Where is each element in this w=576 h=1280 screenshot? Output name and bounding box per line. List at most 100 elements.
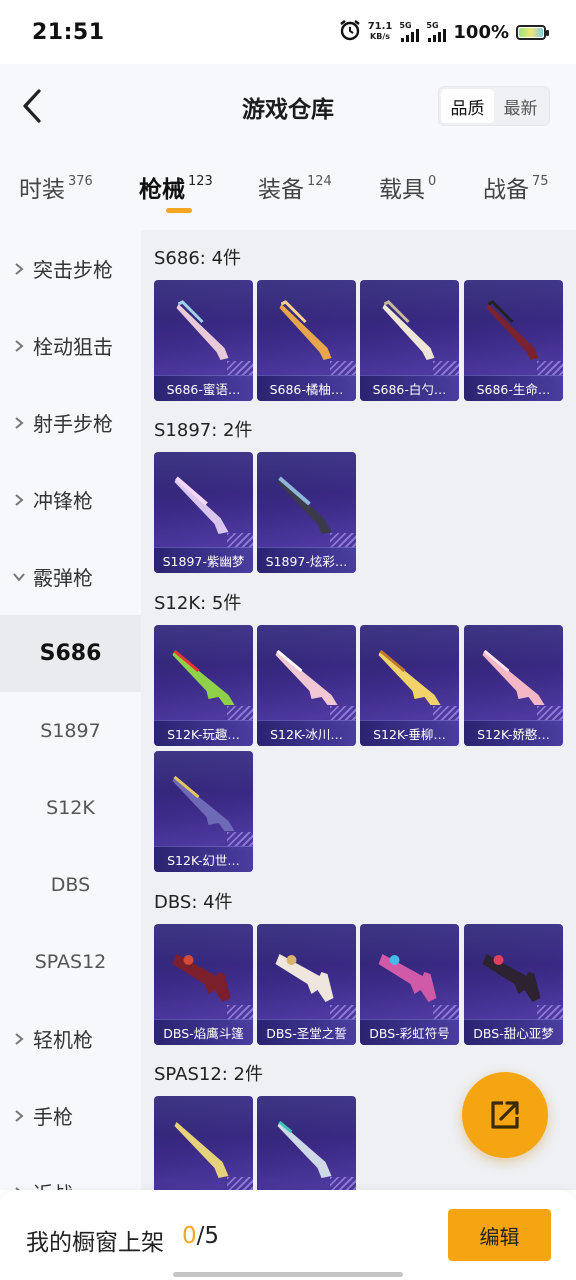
weapon-name: S12K-冰川… (257, 720, 356, 746)
chevron-right-icon (12, 262, 26, 276)
sidebar-item-bolt-sniper[interactable]: 栓动狙击 (0, 307, 141, 384)
category-tabs: 时装 376 枪械 123 装备 124 载具 0 战备 75 (0, 150, 576, 230)
chevron-right-icon (12, 1032, 26, 1046)
sidebar-subitem-s686[interactable]: S686 (0, 615, 141, 692)
sidebar-item-shotgun[interactable]: 霰弹枪 (0, 538, 141, 615)
weapon-sidebar: 突击步枪 栓动狙击 射手步枪 冲锋枪 霰弹枪 S686 S1897 S12K D… (0, 230, 141, 1190)
tab-outfits[interactable]: 时装 376 (19, 170, 93, 204)
bottom-bar: 我的橱窗上架 0/5 编辑 (0, 1190, 576, 1280)
weapon-card[interactable]: S12K-冰川… (257, 625, 356, 746)
weapon-list: S686: 4件 S686-蜜语… S686-橘柚… S686-白勺… S686… (141, 230, 576, 1190)
weapon-card[interactable]: S686-生命… (464, 280, 563, 401)
shotgun-image (277, 476, 332, 534)
weapon-card[interactable]: DBS-甜心亚梦 (464, 924, 563, 1045)
weapon-card[interactable]: S12K-幻世… (154, 751, 253, 872)
weapon-name: S12K-幻世… (154, 846, 253, 872)
sim2-label: 5G (426, 21, 439, 30)
tab-vehicles[interactable]: 载具 0 (379, 170, 436, 204)
network-speed-unit: KB/s (370, 32, 391, 41)
weapon-name: S12K-娇憨… (464, 720, 563, 746)
chevron-right-icon (12, 1109, 26, 1123)
shotgun-image (176, 300, 229, 360)
tab-count: 0 (428, 174, 437, 189)
sidebar-subitem-dbs[interactable]: DBS (0, 846, 141, 923)
shotgun-image (378, 954, 437, 1002)
weapon-name: S686-生命… (464, 375, 563, 401)
sidebar-subitem-s12k[interactable]: S12K (0, 769, 141, 846)
weapon-card[interactable]: DBS-焰鹰斗篷 (154, 924, 253, 1045)
network-speed-value: 71.1 (367, 21, 393, 32)
chevron-right-icon (12, 493, 26, 507)
shotgun-image (174, 1122, 229, 1178)
tab-count: 124 (307, 174, 332, 189)
active-tab-indicator (166, 208, 192, 213)
sidebar-item-label: 栓动狙击 (33, 335, 113, 359)
card-stripes (330, 1177, 356, 1190)
sort-option-latest[interactable]: 最新 (494, 89, 547, 123)
status-icons: 71.1 KB/s 5G 5G 100% (339, 19, 549, 45)
edit-button[interactable]: 编辑 (448, 1209, 551, 1261)
tab-equipment[interactable]: 装备 124 (258, 170, 332, 204)
sim1-label: 5G (399, 21, 412, 30)
tab-label: 载具 (379, 177, 425, 203)
weapon-card[interactable]: DBS-彩虹符号 (360, 924, 459, 1045)
tab-label: 装备 (258, 177, 304, 203)
weapon-name: S1897-紫幽梦 (154, 547, 253, 573)
weapon-card[interactable] (154, 1096, 253, 1190)
shotgun-image (275, 954, 334, 1002)
tab-label: 枪械 (139, 177, 185, 203)
weapon-name: DBS-彩虹符号 (360, 1019, 459, 1045)
tab-count: 376 (68, 174, 93, 189)
status-bar: 21:51 71.1 KB/s 5G 5G 100% (0, 0, 576, 64)
tab-count: 75 (532, 174, 549, 189)
sidebar-item-label: 突击步枪 (33, 258, 113, 282)
weapon-card[interactable]: DBS-圣堂之誓 (257, 924, 356, 1045)
tab-battle-gear[interactable]: 战备 75 (483, 170, 549, 204)
sidebar-item-smg[interactable]: 冲锋枪 (0, 461, 141, 538)
group-title-s686: S686: 4件 (154, 248, 242, 269)
weapon-card[interactable]: S12K-玩趣… (154, 625, 253, 746)
signal-icon-sim1: 5G (399, 21, 420, 42)
rifle-image (275, 649, 338, 705)
weapon-card[interactable] (257, 1096, 356, 1190)
weapon-card[interactable]: S12K-垂柳… (360, 625, 459, 746)
group-title-dbs: DBS: 4件 (154, 892, 233, 913)
shelf-current: 0 (182, 1223, 197, 1249)
battery-percent: 100% (453, 21, 509, 43)
shotgun-image (172, 954, 231, 1002)
chevron-right-icon (12, 416, 26, 430)
sidebar-item-lmg[interactable]: 轻机枪 (0, 1000, 141, 1077)
home-indicator[interactable] (173, 1272, 403, 1277)
weapon-card[interactable]: S1897-紫幽梦 (154, 452, 253, 573)
shotgun-image (486, 300, 539, 360)
rifle-image (378, 649, 441, 705)
weapon-card[interactable]: S686-橘柚… (257, 280, 356, 401)
sidebar-subitem-s1897[interactable]: S1897 (0, 692, 141, 769)
weapon-name: DBS-甜心亚梦 (464, 1019, 563, 1045)
shotgun-image (279, 300, 332, 360)
alarm-clock-icon (339, 19, 361, 45)
rifle-image (172, 775, 235, 831)
sidebar-item-label: 射手步枪 (33, 412, 113, 436)
weapon-card[interactable]: S686-白勺… (360, 280, 459, 401)
weapon-name: S1897-炫彩… (257, 547, 356, 573)
sidebar-item-assault-rifle[interactable]: 突击步枪 (0, 230, 141, 307)
weapon-card[interactable]: S686-蜜语… (154, 280, 253, 401)
tab-firearms[interactable]: 枪械 123 (139, 170, 213, 204)
sidebar-item-pistol[interactable]: 手枪 (0, 1077, 141, 1154)
sidebar-item-melee[interactable]: 近战 (0, 1154, 141, 1190)
sidebar-subitem-spas12[interactable]: SPAS12 (0, 923, 141, 1000)
battery-icon (516, 24, 549, 40)
tab-label: 战备 (483, 177, 529, 203)
weapon-card[interactable]: S12K-娇憨… (464, 625, 563, 746)
group-title-s1897: S1897: 2件 (154, 420, 253, 441)
weapon-name: S12K-玩趣… (154, 720, 253, 746)
tab-count: 123 (188, 174, 213, 189)
group-title-s12k: S12K: 5件 (154, 593, 242, 614)
weapon-card[interactable]: S1897-炫彩… (257, 452, 356, 573)
sort-option-quality[interactable]: 品质 (441, 89, 494, 123)
weapon-name: S12K-垂柳… (360, 720, 459, 746)
share-button[interactable] (462, 1072, 548, 1158)
weapon-name: DBS-焰鹰斗篷 (154, 1019, 253, 1045)
sidebar-item-marksman-rifle[interactable]: 射手步枪 (0, 384, 141, 461)
